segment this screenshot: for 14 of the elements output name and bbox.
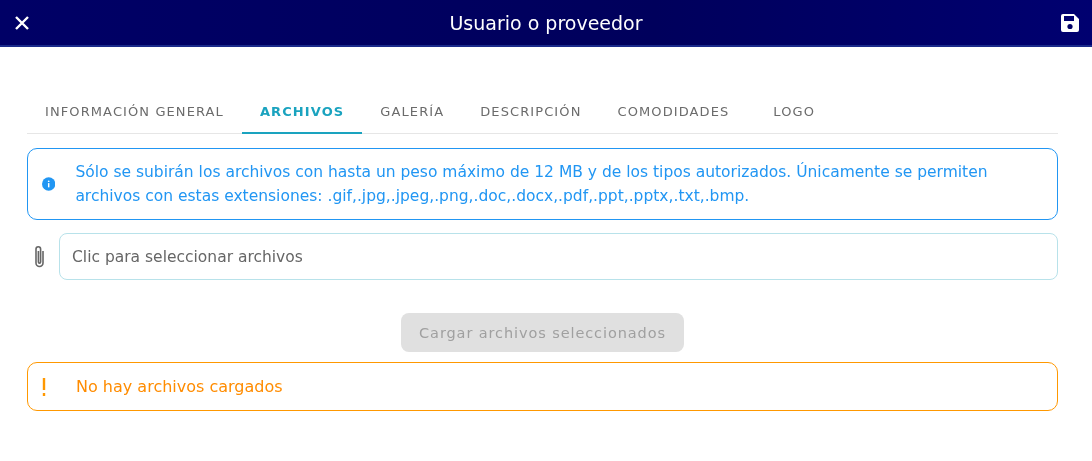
tab[interactable]: DESCRIPCIÓN <box>462 90 600 134</box>
warning-message: No hay archivos cargados <box>76 377 283 396</box>
save-button[interactable] <box>1060 12 1080 33</box>
save-icon <box>1060 12 1080 33</box>
tab[interactable]: ARCHIVOS <box>241 90 363 134</box>
file-field[interactable]: Clic para seleccionar archivos <box>59 233 1058 280</box>
close-icon <box>14 14 30 31</box>
tab[interactable]: LOGO <box>747 90 842 134</box>
tab[interactable]: COMODIDADES <box>599 90 748 134</box>
tab[interactable]: INFORMACIÓN GENERAL <box>27 90 242 134</box>
info-message: Sólo se subirán los archivos con hasta un peso máximo de 12 MB y de los tipos autorizados. Únicamente se permiten archivos con estas extensiones: .gif,.jpg,.jpeg,.png,.doc,.docx,.pdf,.ppt,.pptx,.txt,.bmp. <box>75 161 989 207</box>
exclamation-icon <box>42 377 46 396</box>
tab[interactable]: GALERÍA <box>362 90 463 134</box>
window-title: Usuario o proveedor <box>449 11 643 34</box>
